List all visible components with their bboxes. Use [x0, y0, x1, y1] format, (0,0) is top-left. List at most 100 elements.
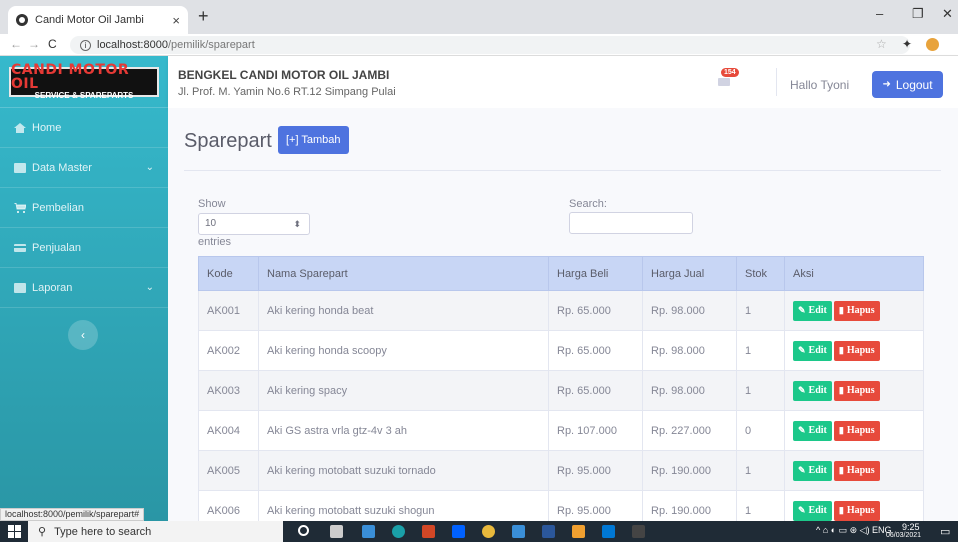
- window-close-button[interactable]: ✕: [942, 6, 953, 22]
- show-label: Show: [198, 198, 226, 210]
- profile-avatar[interactable]: [926, 38, 939, 51]
- edit-label: Edit: [808, 385, 827, 396]
- chrome-icon[interactable]: [482, 525, 495, 538]
- trash-icon: ▮: [838, 505, 844, 515]
- user-greeting[interactable]: Hallo Tyoni: [790, 78, 849, 92]
- cell-stok: 0: [736, 410, 785, 451]
- edit-button[interactable]: ✎ Edit: [793, 300, 832, 321]
- edit-button[interactable]: ✎ Edit: [793, 420, 832, 441]
- logo-main-text: CANDI MOTOR OIL: [11, 62, 130, 92]
- word-icon[interactable]: [542, 525, 555, 538]
- delete-label: Hapus: [846, 345, 875, 356]
- clock-time[interactable]: 9:25: [902, 522, 920, 532]
- task-view-icon[interactable]: [330, 525, 343, 538]
- back-icon[interactable]: ←: [10, 37, 22, 51]
- sublime-icon[interactable]: [572, 525, 585, 538]
- cortana-icon[interactable]: [298, 525, 309, 536]
- entries-value: 10: [205, 218, 217, 229]
- cell-aksi: ✎ Edit ▮ Hapus: [784, 330, 924, 371]
- add-sparepart-button[interactable]: [+] Tambah: [278, 126, 349, 154]
- cell-harga-jual: Rp. 98.000: [642, 330, 737, 371]
- url-path: /pemilik/sparepart: [167, 39, 255, 51]
- url-input[interactable]: i localhost:8000/pemilik/sparepart: [70, 36, 910, 54]
- reload-icon[interactable]: C: [48, 37, 57, 51]
- forward-icon[interactable]: →: [28, 37, 40, 51]
- vscode-icon[interactable]: [602, 525, 615, 538]
- logout-button[interactable]: ➜ Logout: [872, 71, 943, 98]
- cell-harga-jual: Rp. 98.000: [642, 290, 737, 331]
- sidebar-item-home[interactable]: Home: [0, 108, 168, 148]
- edit-icon: ✎: [798, 305, 806, 315]
- edit-button[interactable]: ✎ Edit: [793, 380, 832, 401]
- folder-icon[interactable]: [512, 525, 525, 538]
- cell-harga-jual: Rp. 190.000: [642, 450, 737, 491]
- powerpoint-icon[interactable]: [422, 525, 435, 538]
- edit-button[interactable]: ✎ Edit: [793, 500, 832, 521]
- notification-center-icon[interactable]: ▭: [940, 525, 950, 538]
- sidebar-item-pembelian[interactable]: Pembelian: [0, 188, 168, 228]
- logout-icon: ➜: [882, 79, 891, 90]
- edit-icon: ✎: [798, 505, 806, 515]
- brand[interactable]: CANDI MOTOR OIL SERVICE & SPAREPARTS: [0, 56, 168, 108]
- minimize-button[interactable]: –: [876, 6, 883, 21]
- sidebar-item-laporan[interactable]: Laporan ⌄: [0, 268, 168, 308]
- edit-icon: ✎: [798, 465, 806, 475]
- trash-icon: ▮: [838, 305, 844, 315]
- col-kode[interactable]: Kode: [198, 256, 259, 291]
- browser-tab[interactable]: Candi Motor Oil Jambi ×: [8, 6, 188, 34]
- delete-button[interactable]: ▮ Hapus: [833, 380, 880, 401]
- status-url: localhost:8000/pemilik/sparepart#: [0, 508, 145, 521]
- edge-icon[interactable]: [392, 525, 405, 538]
- delete-button[interactable]: ▮ Hapus: [833, 500, 880, 521]
- delete-label: Hapus: [846, 465, 875, 476]
- delete-button[interactable]: ▮ Hapus: [833, 340, 880, 361]
- select-caret-icon: ⬍: [293, 219, 301, 229]
- col-harga-beli[interactable]: Harga Beli: [548, 256, 643, 291]
- sidebar-item-data-master[interactable]: Data Master ⌄: [0, 148, 168, 188]
- sidebar-toggle-button[interactable]: ‹: [68, 320, 98, 350]
- table-row: AK002 Aki kering honda scoopy Rp. 65.000 Rp…: [198, 330, 924, 371]
- edit-icon: ✎: [798, 385, 806, 395]
- extensions-icon[interactable]: ✦: [902, 37, 912, 51]
- edit-button[interactable]: ✎ Edit: [793, 460, 832, 481]
- col-aksi: Aksi: [784, 256, 924, 291]
- dropbox-icon[interactable]: [452, 525, 465, 538]
- app-icon[interactable]: [362, 525, 375, 538]
- folder-icon: [14, 162, 26, 173]
- brand-logo: CANDI MOTOR OIL SERVICE & SPAREPARTS: [9, 63, 159, 100]
- delete-button[interactable]: ▮ Hapus: [833, 420, 880, 441]
- search-input[interactable]: [569, 212, 693, 234]
- windows-start-icon[interactable]: [8, 525, 21, 538]
- cell-stok: 1: [736, 370, 785, 411]
- edit-icon: ✎: [798, 425, 806, 435]
- browser-titlebar: Candi Motor Oil Jambi × + – ❐ ✕: [0, 0, 958, 34]
- sidebar-item-penjualan[interactable]: Penjualan: [0, 228, 168, 268]
- col-stok[interactable]: Stok: [736, 256, 785, 291]
- trash-icon: ▮: [838, 385, 844, 395]
- maximize-button[interactable]: ❐: [912, 6, 924, 22]
- col-nama[interactable]: Nama Sparepart: [258, 256, 549, 291]
- topbar: BENGKEL CANDI MOTOR OIL JAMBI Jl. Prof. …: [168, 56, 958, 108]
- site-info-icon[interactable]: i: [80, 39, 91, 51]
- sidebar-item-label: Penjualan: [32, 241, 81, 254]
- delete-button[interactable]: ▮ Hapus: [833, 300, 880, 321]
- terminal-icon[interactable]: [632, 525, 645, 538]
- tab-close-icon[interactable]: ×: [172, 13, 180, 28]
- cell-nama: Aki GS astra vrla gtz-4v 3 ah: [258, 410, 549, 451]
- main-content: Sparepart [+] Tambah Show 10 ⬍ entries S…: [168, 108, 958, 531]
- entries-select[interactable]: 10 ⬍: [198, 213, 310, 235]
- sparepart-table: Kode Nama Sparepart Harga Beli Harga Jua…: [198, 256, 924, 531]
- trash-icon: ▮: [838, 425, 844, 435]
- edit-button[interactable]: ✎ Edit: [793, 340, 832, 361]
- delete-label: Hapus: [846, 385, 875, 396]
- new-tab-button[interactable]: +: [198, 6, 209, 27]
- bookmark-star-icon[interactable]: ☆: [876, 37, 887, 51]
- col-harga-jual[interactable]: Harga Jual: [642, 256, 737, 291]
- shop-address: Jl. Prof. M. Yamin No.6 RT.12 Simpang Pu…: [178, 86, 396, 98]
- tray-icons[interactable]: ^ ⌂ ◐ ▭ ⊛ ◁): [816, 525, 870, 536]
- delete-label: Hapus: [846, 425, 875, 436]
- taskbar-search-placeholder: Type here to search: [54, 525, 152, 538]
- delete-button[interactable]: ▮ Hapus: [833, 460, 880, 481]
- cell-kode: AK004: [198, 410, 259, 451]
- taskbar-search[interactable]: ⚲ Type here to search: [28, 521, 283, 542]
